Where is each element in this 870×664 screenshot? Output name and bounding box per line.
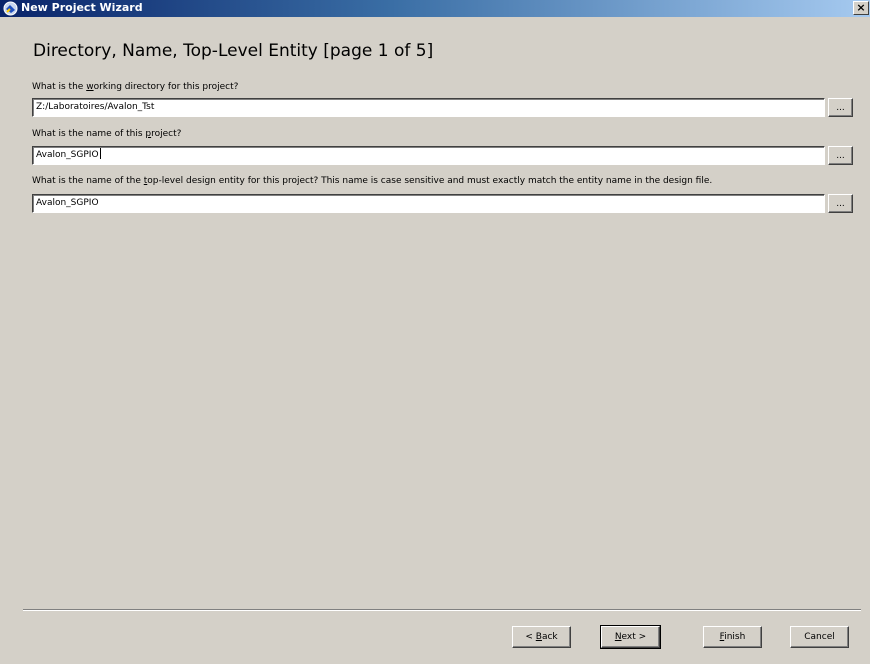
title-bar[interactable]: New Project Wizard × <box>0 0 870 17</box>
project-name-label: What is the name of this project? <box>32 129 182 139</box>
next-button[interactable]: Next > <box>600 625 661 649</box>
back-button[interactable]: < Back <box>512 626 571 648</box>
wizard-app-icon <box>3 1 18 16</box>
project-name-input[interactable]: Avalon_SGPIO <box>32 146 825 165</box>
close-button[interactable]: × <box>853 1 869 15</box>
finish-button[interactable]: Finish <box>703 626 762 648</box>
footer-separator <box>23 609 861 611</box>
cancel-button[interactable]: Cancel <box>790 626 849 648</box>
text-caret <box>99 148 101 159</box>
new-project-wizard-window: New Project Wizard × Directory, Name, To… <box>0 0 870 664</box>
window-title: New Project Wizard <box>21 1 143 14</box>
top-level-entity-input[interactable]: Avalon_SGPIO <box>32 194 825 213</box>
top-level-entity-label: What is the name of the top-level design… <box>32 176 713 186</box>
browse-top-level-entity-button[interactable]: ... <box>828 194 853 213</box>
page-title: Directory, Name, Top-Level Entity [page … <box>33 41 434 61</box>
working-directory-input[interactable]: Z:/Laboratoires/Avalon_Tst <box>32 98 825 117</box>
close-icon: × <box>856 1 866 14</box>
browse-project-name-button[interactable]: ... <box>828 146 853 165</box>
browse-working-directory-button[interactable]: ... <box>828 98 853 117</box>
working-directory-label: What is the working directory for this p… <box>32 82 239 92</box>
